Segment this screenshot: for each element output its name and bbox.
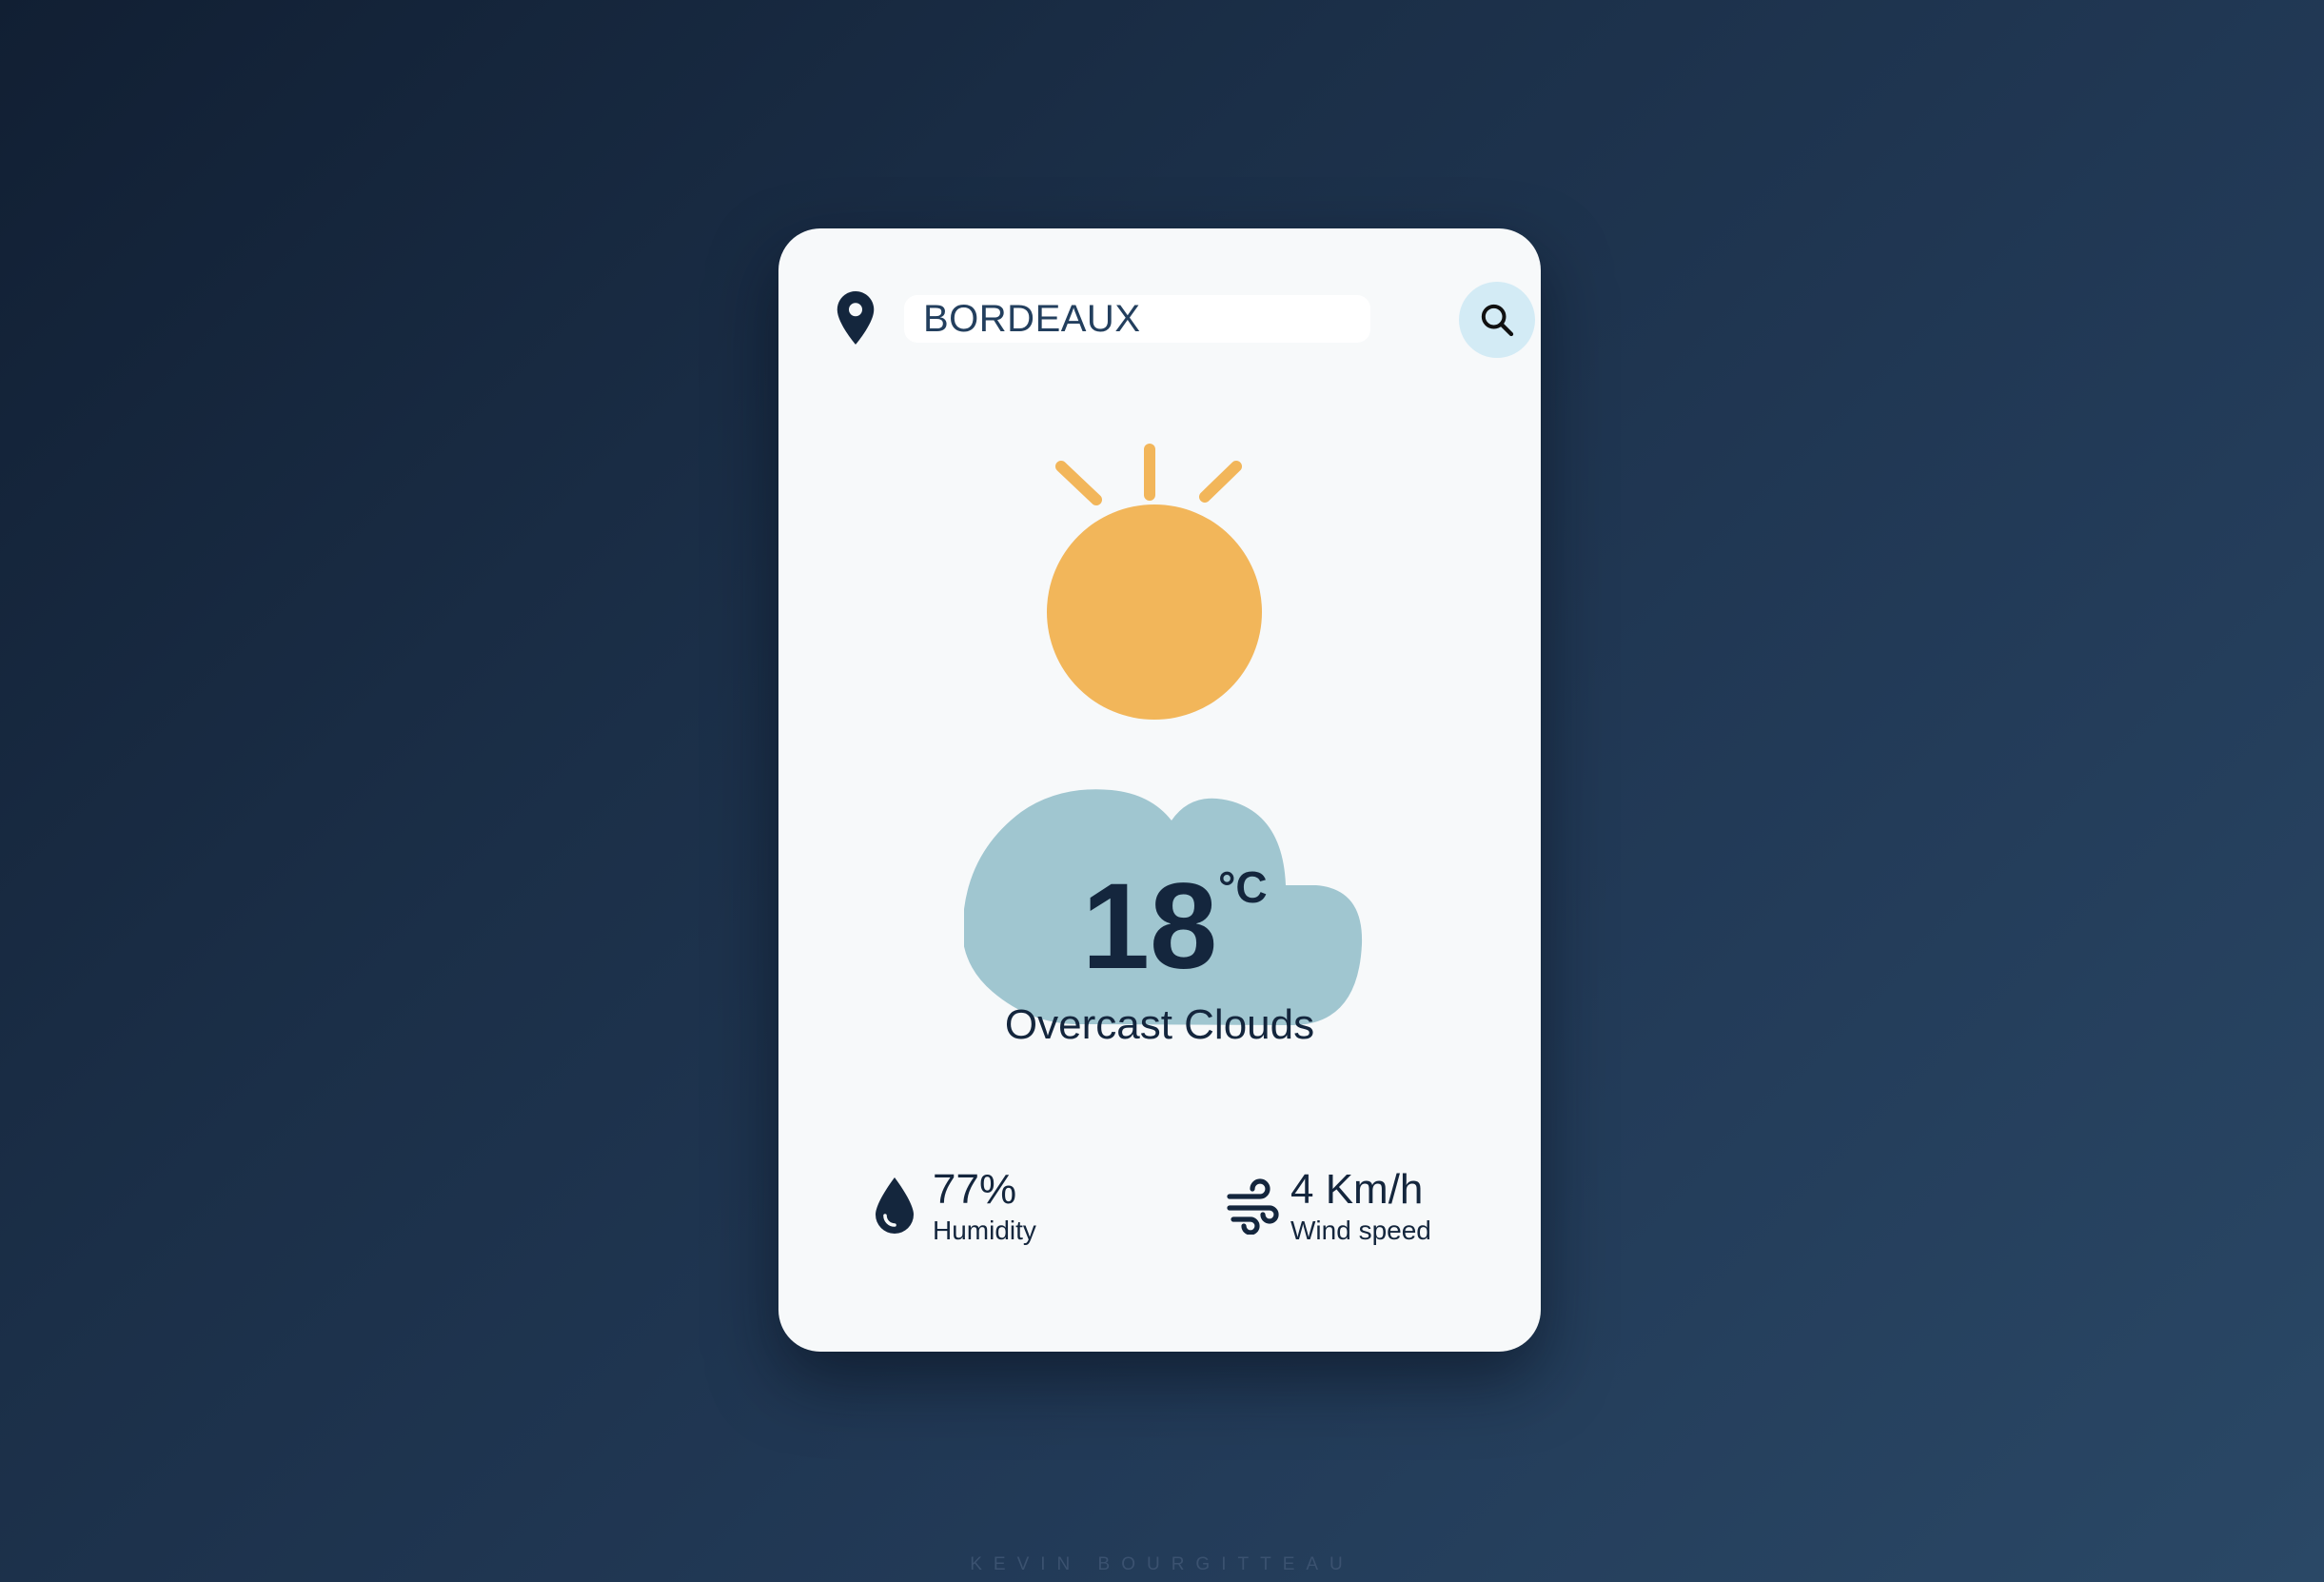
wind-stat: 4 Km/h Wind speed (1226, 1166, 1464, 1252)
weather-condition: Overcast Clouds (1004, 1001, 1315, 1048)
weather-card: 18 °C Overcast Clouds 77% Humidity 4 Km/… (778, 228, 1541, 1352)
wind-icon (1227, 1178, 1279, 1235)
humidity-value: 77% (933, 1166, 1017, 1213)
temperature-unit: °C (1218, 862, 1268, 912)
sun-ray (1199, 461, 1242, 503)
map-pin-icon (837, 291, 875, 345)
wind-speed-value: 4 Km/h (1290, 1166, 1424, 1213)
wind-speed-label: Wind speed (1290, 1216, 1431, 1245)
city-search-input[interactable] (904, 295, 1370, 343)
search-button[interactable] (1459, 282, 1535, 358)
author-credit: KEVIN BOURGITTEAU (970, 1554, 1354, 1574)
temperature-value: 18 (1081, 859, 1218, 995)
search-row (836, 282, 1535, 360)
humidity-stat: 77% Humidity (874, 1166, 1112, 1252)
water-drop-icon (876, 1177, 914, 1234)
humidity-label: Humidity (933, 1216, 1036, 1245)
search-icon (1481, 304, 1514, 337)
sun-ray (1055, 461, 1102, 505)
sun-disc (1047, 504, 1262, 720)
